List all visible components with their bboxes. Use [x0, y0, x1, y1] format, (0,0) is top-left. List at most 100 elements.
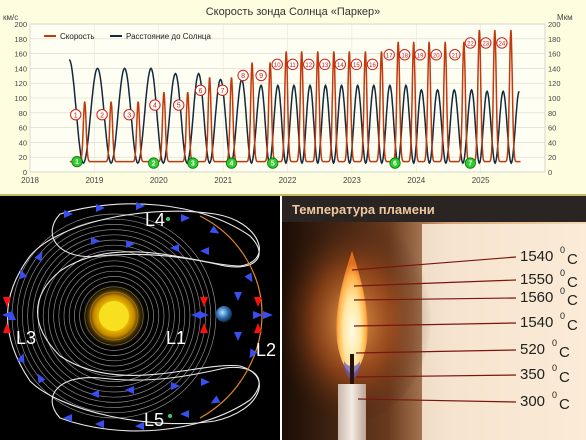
- legend-label-distance: Расстояние до Солнца: [126, 32, 211, 41]
- chart-legend: Скорость Расстояние до Солнца: [44, 32, 211, 41]
- perihelion-marker: 1: [70, 109, 82, 121]
- temperature-value: 350: [520, 366, 545, 383]
- temperature-degree: 0: [552, 338, 557, 348]
- parker-chart-panel: Скорость зонда Солнца «Паркер» км/с Мкм …: [0, 0, 586, 196]
- y-tick-label-right: 200: [548, 20, 561, 29]
- perihelion-marker: 18: [398, 49, 411, 61]
- flow-arrow: [135, 422, 144, 430]
- perihelion-marker: 12: [303, 58, 315, 71]
- perihelion-marker: 15: [350, 58, 363, 71]
- temperature-value: 1550: [520, 271, 553, 288]
- x-tick-label: 2021: [214, 176, 232, 185]
- y-tick-label-right: 0: [548, 168, 552, 177]
- flow-arrow: [171, 382, 180, 390]
- flyby-number: 5: [271, 161, 275, 168]
- perihelion-marker: 6: [194, 84, 207, 96]
- temperature-value: 300: [520, 393, 545, 410]
- perihelion-number: 11: [290, 63, 297, 69]
- perihelion-number: 10: [274, 63, 281, 69]
- temperature-unit: C: [559, 344, 570, 361]
- earth: [216, 306, 232, 322]
- perihelion-marker: 7: [216, 84, 229, 96]
- flow-arrow: [90, 390, 99, 398]
- legend-label-speed: Скорость: [60, 32, 95, 41]
- temperature-unit: C: [567, 317, 578, 334]
- perihelion-number: 24: [499, 42, 506, 48]
- lagrange-red-marker: [3, 297, 11, 307]
- temperature-unit: C: [567, 274, 578, 291]
- flyby-marker: 2: [148, 157, 160, 169]
- perihelion-marker: 10: [271, 58, 283, 71]
- perihelion-number: 5: [177, 103, 181, 110]
- candle-body: [338, 384, 366, 440]
- y-tick-label-left: 160: [14, 50, 27, 59]
- flow-arrow: [209, 225, 220, 234]
- l4-point: [166, 217, 170, 221]
- flow-arrow: [136, 202, 145, 210]
- temperature-degree: 0: [560, 311, 565, 321]
- lagrange-red-marker: [200, 297, 208, 307]
- flow-arrow: [234, 332, 242, 341]
- y-tick-label-right: 140: [548, 64, 561, 73]
- y-tick-label-left: 120: [14, 79, 27, 88]
- flow-arrow: [234, 292, 242, 301]
- flyby-number: 6: [393, 161, 397, 168]
- lagrange-blue-marker: [191, 311, 201, 319]
- perihelion-number: 19: [417, 53, 424, 59]
- x-tick-label: 2024: [407, 176, 425, 185]
- lagrange-red-marker: [3, 323, 11, 333]
- perihelion-marker: 24: [496, 37, 508, 49]
- flyby-number: 7: [468, 161, 472, 168]
- flow-arrow: [181, 214, 190, 222]
- temperature-value: 1560: [520, 289, 553, 306]
- perihelion-number: 18: [401, 53, 408, 59]
- flow-arrow: [201, 378, 210, 386]
- temperature-degree: 0: [560, 286, 565, 296]
- temperature-degree: 0: [552, 363, 557, 373]
- y-tick-label-right: 100: [548, 94, 561, 103]
- y-tick-label-left: 60: [19, 124, 27, 133]
- flame-temperature-panel: Температура пламени 15400C15500C15600C15…: [282, 196, 586, 440]
- flyby-number: 1: [75, 159, 79, 166]
- perihelion-marker: 11: [286, 58, 299, 71]
- flow-arrow: [200, 247, 209, 255]
- flow-arrow: [180, 410, 189, 418]
- temperature-degree: 0: [552, 390, 557, 400]
- perihelion-number: 22: [467, 42, 474, 48]
- perihelion-number: 21: [452, 53, 459, 59]
- temperature-value: 520: [520, 341, 545, 358]
- lagrange-label-l4: L4: [145, 210, 165, 230]
- perihelion-marker: 17: [383, 49, 395, 61]
- perihelion-marker: 3: [123, 109, 135, 121]
- perihelion-number: 15: [353, 63, 360, 69]
- x-tick-label: 2019: [85, 176, 103, 185]
- y-tick-label-left: 80: [19, 109, 27, 118]
- perihelion-number: 14: [337, 63, 344, 69]
- perihelion-marker: 2: [96, 109, 108, 121]
- lagrange-label-l5: L5: [144, 410, 164, 430]
- perihelion-marker: 5: [173, 99, 185, 111]
- y-tick-label-left: 200: [14, 20, 27, 29]
- x-tick-label: 2025: [472, 176, 490, 185]
- x-tick-label: 2018: [21, 176, 39, 185]
- flow-arrow: [34, 251, 43, 262]
- perihelion-number: 7: [221, 88, 225, 95]
- lagrange-points-diagram: L4 L5 L3 L1 L2: [0, 196, 280, 440]
- parker-speed-chart: Скорость зонда Солнца «Паркер» км/с Мкм …: [3, 6, 573, 185]
- temperature-degree: 0: [560, 268, 565, 278]
- lagrange-label-l2: L2: [256, 340, 276, 360]
- perihelion-number: 12: [305, 63, 312, 69]
- flow-arrow: [170, 244, 179, 252]
- perihelion-number: 20: [433, 53, 440, 59]
- sun-core: [99, 301, 129, 331]
- y-tick-label-left: 180: [14, 35, 27, 44]
- perihelion-number: 9: [259, 73, 263, 80]
- flyby-marker: 3: [187, 157, 199, 169]
- perihelion-number: 1: [74, 112, 78, 119]
- flyby-marker: 6: [389, 157, 401, 169]
- candle-wick: [350, 354, 354, 384]
- perihelion-marker: 21: [449, 49, 461, 61]
- flyby-marker: 7: [464, 157, 476, 169]
- flyby-marker: 1: [71, 156, 83, 168]
- y-tick-label-right: 40: [548, 138, 556, 147]
